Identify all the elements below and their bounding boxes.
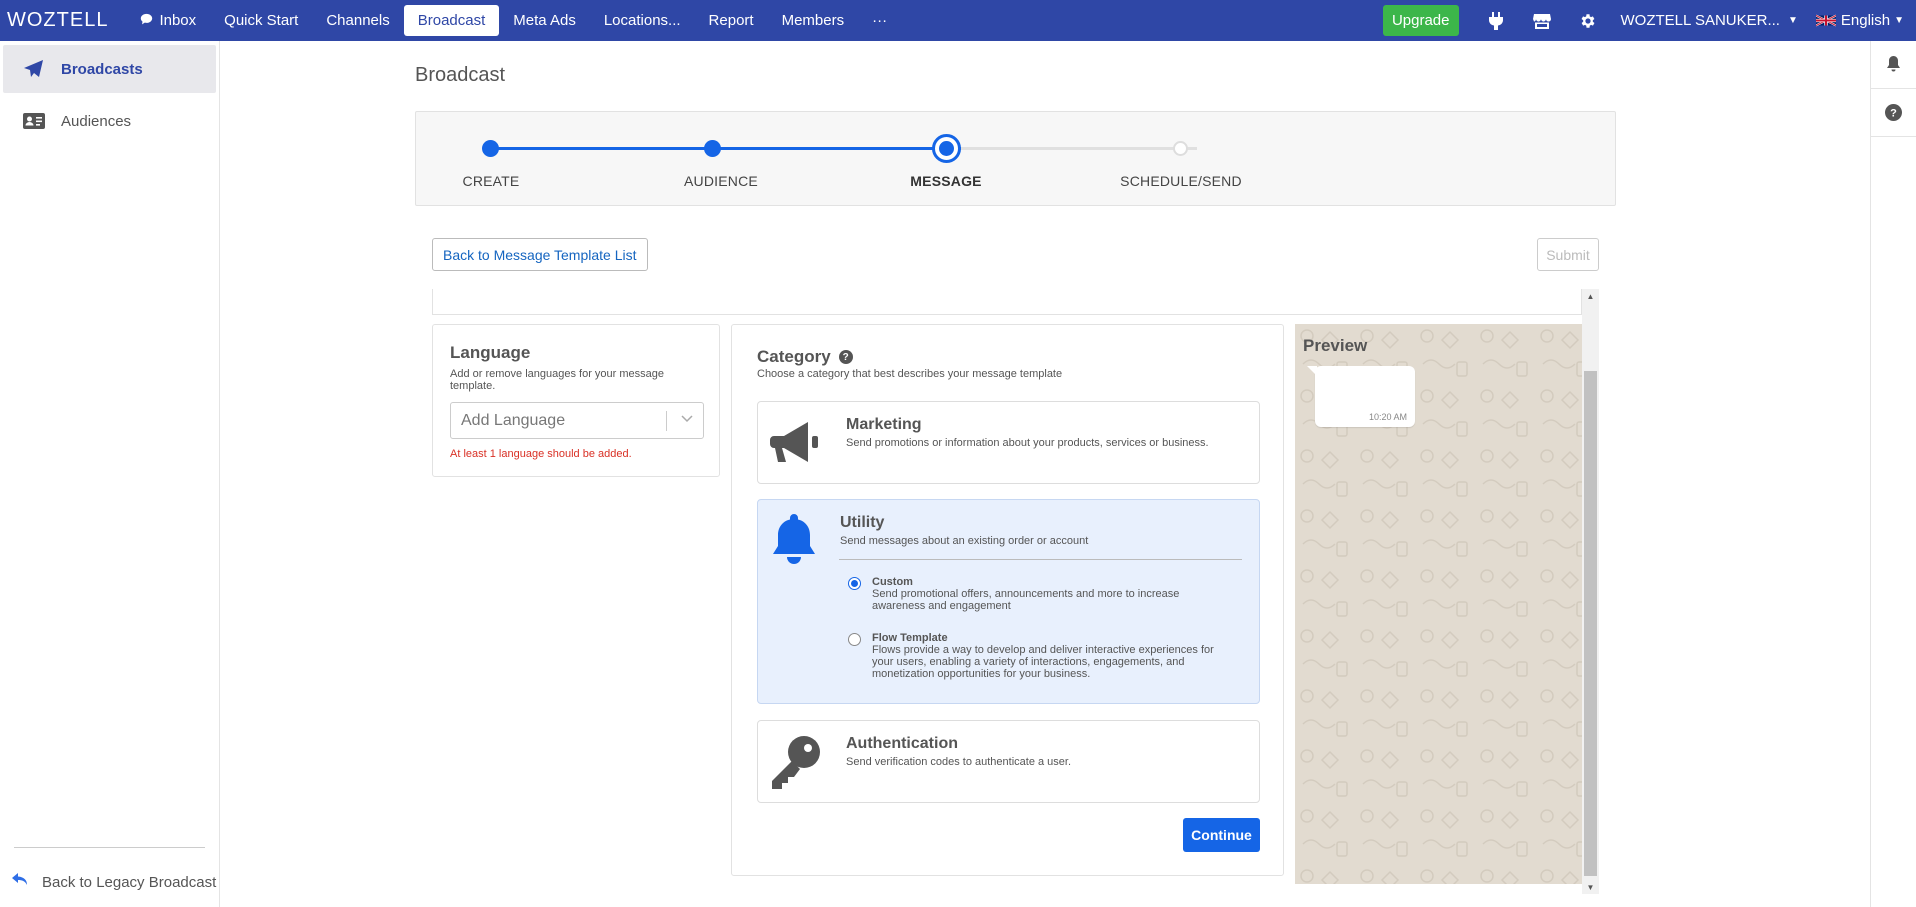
logo[interactable]: WOZTELL — [7, 9, 108, 32]
bell-icon[interactable] — [1871, 41, 1916, 89]
stepper-track-done — [491, 147, 961, 150]
submit-button[interactable]: Submit — [1537, 238, 1599, 271]
paper-plane-icon — [21, 60, 47, 78]
nav-members[interactable]: Members — [768, 5, 859, 36]
plug-icon[interactable] — [1473, 0, 1519, 41]
account-menu[interactable]: WOZTELL SANUKER... ▼ — [1611, 12, 1808, 29]
continue-button[interactable]: Continue — [1183, 818, 1260, 852]
radio-flow-template[interactable] — [848, 633, 861, 646]
sidebar-item-audiences[interactable]: Audiences — [3, 97, 216, 145]
step-dot-message[interactable] — [932, 134, 961, 163]
back-to-template-list-button[interactable]: Back to Message Template List — [432, 238, 648, 271]
upgrade-button[interactable]: Upgrade — [1382, 5, 1459, 36]
caret-down-icon: ▼ — [1787, 15, 1798, 26]
option-title: Authentication — [846, 735, 958, 752]
utility-divider — [839, 559, 1242, 560]
help-icon[interactable]: ? — [1871, 89, 1916, 137]
svg-text:?: ? — [1890, 108, 1897, 120]
category-card: Category ? Choose a category that best d… — [731, 324, 1284, 876]
scroll-down-arrow-icon[interactable]: ▼ — [1582, 880, 1599, 894]
add-language-placeholder: Add Language — [461, 411, 566, 429]
progress-stepper: CREATE AUDIENCE MESSAGE SCHEDULE/SEND — [415, 111, 1616, 206]
option-desc: Send messages about an existing order or… — [840, 535, 1089, 547]
top-nav: WOZTELL Inbox Quick Start Channels Broad… — [0, 0, 1916, 41]
help-icon[interactable]: ? — [838, 350, 853, 364]
nav-broadcast[interactable]: Broadcast — [403, 5, 500, 36]
select-separator — [666, 411, 667, 431]
add-language-select[interactable]: Add Language — [450, 402, 704, 439]
step-dot-schedule — [1173, 141, 1188, 156]
step-label-create: CREATE — [462, 173, 520, 189]
message-time: 10:20 AM — [1368, 412, 1407, 422]
nav-report[interactable]: Report — [695, 5, 768, 36]
option-title: Marketing — [846, 416, 922, 433]
preview-title: Preview — [1303, 336, 1368, 355]
nav-inbox-label: Inbox — [159, 12, 197, 29]
reply-arrow-icon — [12, 873, 28, 891]
sidebar-divider — [14, 847, 205, 848]
language-label: English — [1840, 12, 1891, 29]
subtype-custom[interactable]: Custom Send promotional offers, announce… — [848, 576, 1232, 612]
collapsed-panel — [432, 289, 1582, 315]
subtype-desc: Send promotional offers, announcements a… — [872, 588, 1180, 612]
sidebar-item-label: Audiences — [61, 112, 132, 130]
subtype-title: Flow Template — [872, 632, 948, 644]
option-title: Utility — [840, 514, 885, 531]
caret-down-icon: ▼ — [1894, 15, 1904, 26]
step-dot-audience[interactable] — [704, 140, 721, 157]
subtype-desc: Flows provide a way to develop and deliv… — [872, 644, 1214, 680]
gear-icon[interactable] — [1565, 0, 1611, 41]
radio-custom[interactable] — [848, 577, 861, 590]
chevron-down-icon[interactable] — [681, 411, 693, 427]
bell-icon — [772, 514, 816, 569]
language-menu[interactable]: English ▼ — [1808, 12, 1916, 29]
subtype-flow-template[interactable]: Flow Template Flows provide a way to dev… — [848, 632, 1232, 680]
nav-quick-start[interactable]: Quick Start — [210, 5, 312, 36]
nav-locations[interactable]: Locations... — [590, 5, 695, 36]
vertical-scrollbar[interactable]: ▲ ▼ — [1582, 289, 1599, 894]
scroll-up-arrow-icon[interactable]: ▲ — [1582, 289, 1599, 303]
store-icon[interactable] — [1519, 0, 1565, 41]
right-rail: ? — [1870, 41, 1916, 907]
category-option-authentication[interactable]: Authentication Send verification codes t… — [757, 720, 1260, 803]
step-label-audience: AUDIENCE — [684, 173, 758, 189]
language-card: Language Add or remove languages for you… — [432, 324, 720, 477]
nav-inbox[interactable]: Inbox — [126, 5, 210, 36]
category-option-marketing[interactable]: Marketing Send promotions or information… — [757, 401, 1260, 484]
megaphone-icon — [770, 416, 822, 473]
language-error: At least 1 language should be added. — [450, 448, 632, 460]
back-to-legacy-link[interactable]: Back to Legacy Broadcast — [12, 873, 216, 891]
option-desc: Send promotions or information about you… — [846, 437, 1209, 449]
stepper-track-todo — [961, 147, 1197, 150]
preview-panel: Preview 10:20 AM — [1295, 324, 1582, 884]
sidebar: Broadcasts Audiences Back to Legacy Broa… — [0, 41, 220, 907]
id-card-icon — [21, 113, 47, 129]
message-bubble: 10:20 AM — [1307, 366, 1415, 427]
nav-more-button[interactable]: ··· — [858, 5, 901, 36]
step-label-schedule: SCHEDULE/SEND — [1120, 173, 1242, 189]
category-option-utility[interactable]: Utility Send messages about an existing … — [757, 499, 1260, 704]
category-subtitle: Choose a category that best describes yo… — [757, 368, 1063, 380]
page-title: Broadcast — [415, 64, 506, 86]
sidebar-item-broadcasts[interactable]: Broadcasts — [3, 45, 216, 93]
language-title: Language — [450, 343, 531, 362]
step-dot-create[interactable] — [482, 140, 499, 157]
uk-flag-icon — [1815, 14, 1837, 27]
key-icon — [770, 735, 822, 794]
template-editor-area: Language Add or remove languages for you… — [432, 289, 1599, 894]
legacy-label: Back to Legacy Broadcast — [42, 873, 217, 891]
language-subtitle: Add or remove languages for your message… — [450, 368, 665, 392]
sidebar-item-label: Broadcasts — [61, 60, 143, 78]
nav-channels[interactable]: Channels — [312, 5, 403, 36]
account-name: WOZTELL SANUKER... — [1620, 12, 1780, 29]
subtype-title: Custom — [872, 576, 913, 588]
category-title: Category — [757, 347, 831, 366]
category-title-row: Category ? — [757, 347, 853, 367]
scrollbar-thumb[interactable] — [1584, 371, 1597, 876]
chat-bubble-icon — [140, 13, 153, 29]
option-desc: Send verification codes to authenticate … — [846, 756, 1072, 768]
step-label-message: MESSAGE — [910, 173, 982, 189]
nav-meta-ads[interactable]: Meta Ads — [499, 5, 590, 36]
